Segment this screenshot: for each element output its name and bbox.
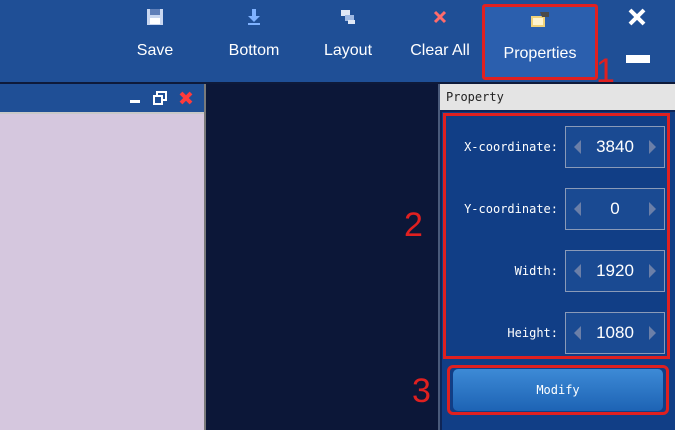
properties-label: Properties [503, 45, 577, 62]
annotation-marker-3: 3 [412, 372, 431, 410]
fields-highlight-box [443, 113, 670, 359]
property-panel-header: Property [440, 84, 675, 110]
bottom-button[interactable]: Bottom [223, 4, 285, 76]
bottom-arrow-icon [241, 4, 267, 30]
close-icon[interactable] [177, 89, 194, 106]
sub-window [0, 84, 206, 430]
close-icon[interactable] [626, 6, 650, 30]
restore-icon[interactable] [151, 89, 168, 106]
layout-button[interactable]: Layout [318, 4, 378, 76]
properties-icon [527, 7, 553, 33]
minimize-icon[interactable] [126, 89, 143, 106]
save-icon [142, 4, 168, 30]
clear-all-button[interactable]: Clear All [404, 4, 476, 76]
properties-button[interactable]: Properties [482, 4, 598, 80]
layout-icon [335, 4, 361, 30]
canvas-area[interactable] [206, 84, 438, 430]
save-label: Save [136, 42, 174, 59]
modify-button[interactable]: Modify [453, 369, 663, 411]
layout-label: Layout [323, 42, 373, 59]
sub-window-titlebar [0, 84, 204, 114]
clear-all-icon [427, 4, 453, 30]
main-toolbar: Save Bottom Layout Clear All Properties [0, 0, 675, 82]
minimize-icon[interactable] [626, 55, 650, 63]
save-button[interactable]: Save [135, 4, 175, 76]
clear-all-label: Clear All [410, 42, 470, 59]
bottom-label: Bottom [228, 42, 280, 59]
annotation-marker-2: 2 [404, 206, 423, 244]
